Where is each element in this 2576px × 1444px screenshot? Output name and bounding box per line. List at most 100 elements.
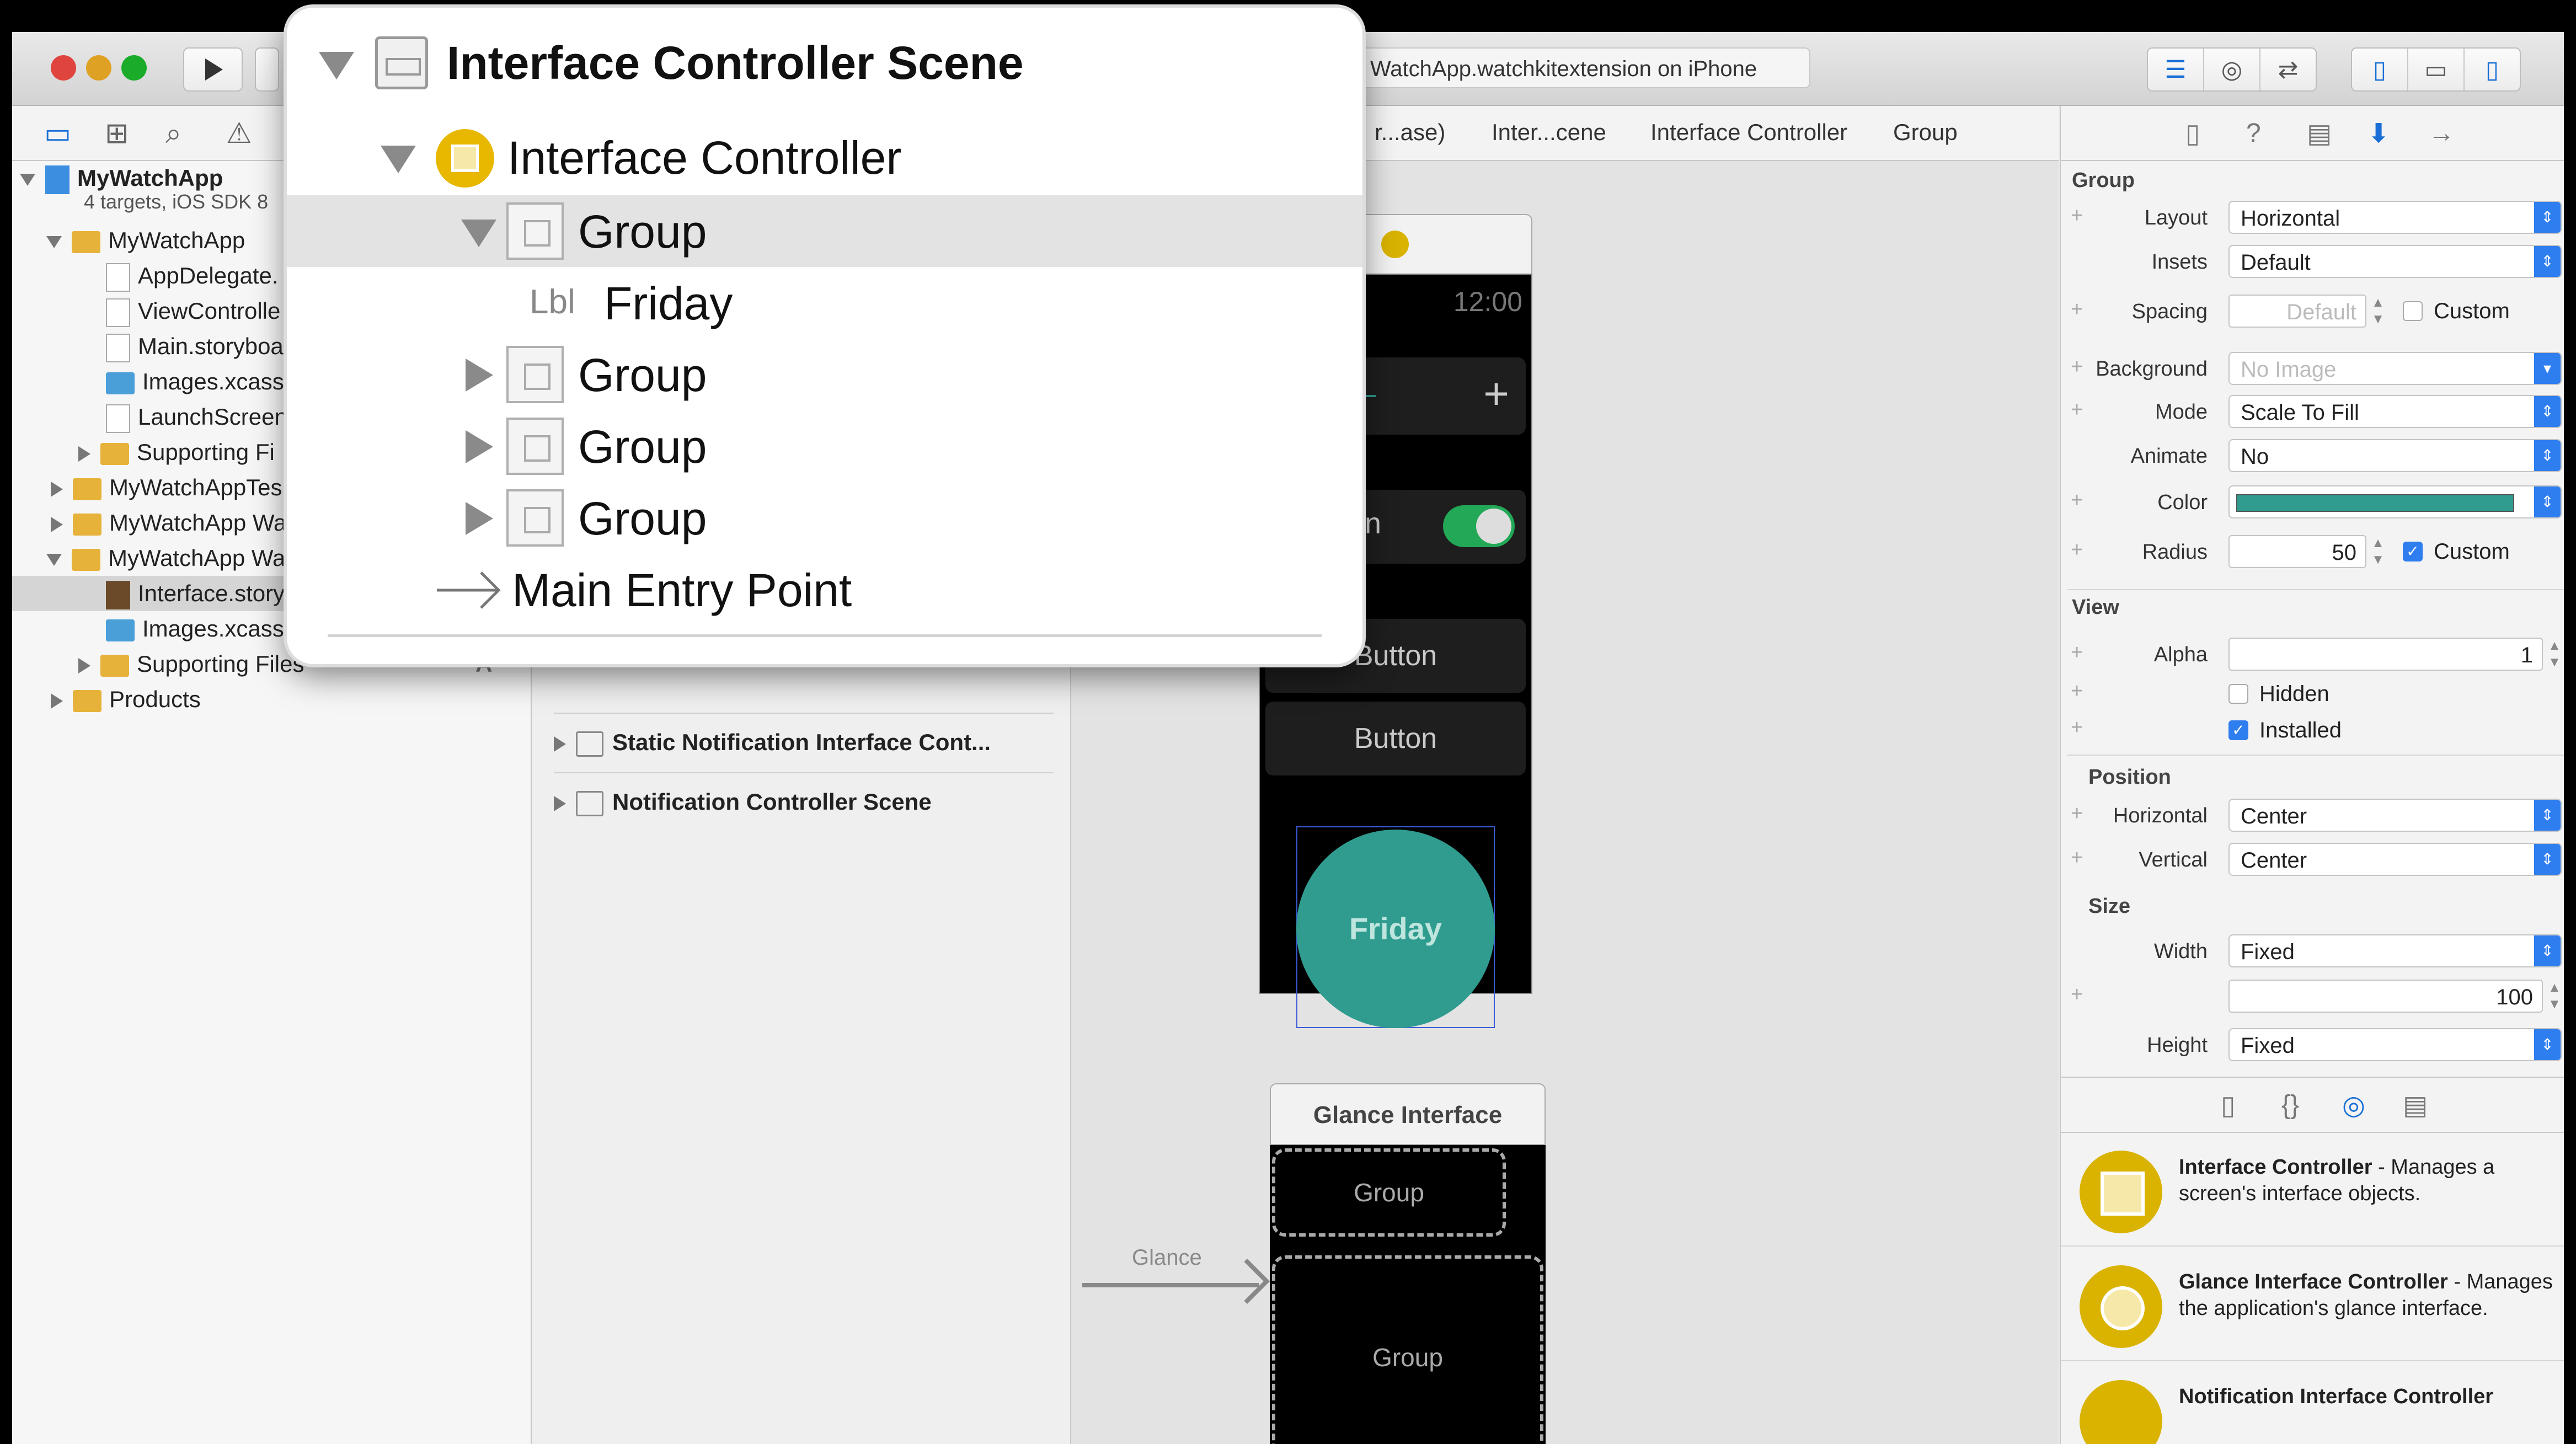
group-item[interactable]: MyWatchApp Wa: [51, 505, 286, 541]
file-item[interactable]: LaunchScreen: [106, 399, 287, 435]
disclosure-triangle-icon[interactable]: [554, 795, 566, 811]
group-item[interactable]: Products: [51, 682, 201, 717]
file-item[interactable]: Images.xcasse: [106, 611, 297, 646]
assistant-editor-icon[interactable]: ◎: [2204, 49, 2260, 90]
group-item[interactable]: MyWatchApp: [46, 223, 245, 258]
jumpbar-crumb[interactable]: r...ase): [1375, 119, 1445, 146]
attributes-inspector-icon[interactable]: ⬇: [2367, 118, 2390, 149]
disclosure-triangle-icon[interactable]: [319, 52, 354, 79]
disclosure-triangle-icon[interactable]: [51, 693, 63, 709]
entry-point-row[interactable]: Main Entry Point: [287, 554, 1362, 625]
controller-row[interactable]: Interface Controller: [287, 122, 1362, 194]
file-template-library-icon[interactable]: ▯: [2221, 1090, 2235, 1121]
glance-upper-group[interactable]: Group: [1272, 1148, 1506, 1237]
identity-inspector-icon[interactable]: ▤: [2307, 118, 2332, 149]
disclosure-triangle-icon[interactable]: [46, 236, 62, 248]
variation-plus-icon[interactable]: +: [2071, 680, 2083, 703]
issue-navigator-icon[interactable]: ⚠: [226, 117, 252, 150]
disclosure-triangle-icon[interactable]: [20, 174, 35, 186]
disclosure-triangle-icon[interactable]: [78, 446, 90, 462]
code-snippet-library-icon[interactable]: {}: [2281, 1090, 2299, 1120]
group-item[interactable]: Supporting Fi: [78, 435, 275, 470]
disclosure-triangle-icon[interactable]: [46, 553, 62, 566]
glance-lower-group[interactable]: Group: [1272, 1255, 1543, 1444]
insets-popup[interactable]: Default ⇕: [2228, 245, 2562, 278]
alpha-stepper[interactable]: ▲ ▼: [2546, 638, 2563, 671]
spacing-custom-checkbox[interactable]: [2403, 301, 2423, 321]
group-row-selected[interactable]: Group: [287, 195, 1362, 267]
variation-plus-icon[interactable]: +: [2071, 983, 2083, 1007]
symbol-navigator-icon[interactable]: ⊞: [105, 117, 129, 150]
hidden-checkbox[interactable]: [2228, 684, 2248, 704]
file-item[interactable]: Images.xcass: [106, 364, 284, 399]
installed-checkbox[interactable]: ✓: [2228, 720, 2248, 740]
library-item[interactable]: Interface Controller - Manages a screen'…: [2061, 1132, 2564, 1247]
group-row[interactable]: Group: [287, 410, 1362, 482]
animate-popup[interactable]: No ⇕: [2228, 439, 2562, 472]
media-library-icon[interactable]: ▤: [2403, 1090, 2428, 1121]
group-row[interactable]: Group: [287, 339, 1362, 410]
jumpbar-crumb[interactable]: Interface Controller: [1650, 119, 1847, 146]
disclosure-triangle-icon[interactable]: [466, 502, 493, 535]
radius-field[interactable]: 50: [2228, 535, 2366, 568]
scene-row[interactable]: Interface Controller Scene: [287, 8, 1362, 89]
disclosure-triangle-icon[interactable]: [554, 736, 566, 752]
disclosure-triangle-icon[interactable]: [51, 516, 63, 532]
label-row[interactable]: Lbl Friday: [287, 267, 1362, 339]
selected-group-circle[interactable]: Friday: [1296, 830, 1495, 1028]
close-window-button[interactable]: [51, 55, 76, 81]
disclosure-triangle-icon[interactable]: [381, 146, 416, 173]
file-inspector-icon[interactable]: ▯: [2185, 118, 2200, 149]
watch-button[interactable]: Button: [1265, 702, 1526, 776]
standard-editor-icon[interactable]: ☰: [2148, 49, 2204, 90]
connections-inspector-icon[interactable]: →: [2428, 118, 2455, 148]
spacing-field[interactable]: Default: [2228, 295, 2366, 328]
jumpbar-crumb[interactable]: Inter...cene: [1492, 119, 1606, 146]
project-navigator-icon[interactable]: ▭: [44, 117, 71, 150]
plus-icon[interactable]: +: [1483, 368, 1509, 419]
outline-scene-row[interactable]: Static Notification Interface Cont...: [554, 715, 991, 770]
disclosure-triangle-icon[interactable]: [466, 430, 493, 463]
vertical-popup[interactable]: Center ⇕: [2228, 843, 2562, 876]
width-field[interactable]: 100: [2228, 980, 2543, 1013]
disclosure-triangle-icon[interactable]: [461, 220, 496, 247]
horizontal-popup[interactable]: Center ⇕: [2228, 799, 2562, 832]
stop-button[interactable]: [255, 47, 279, 92]
spacing-stepper[interactable]: ▲ ▼: [2370, 295, 2386, 328]
height-popup[interactable]: Fixed ⇕: [2228, 1028, 2562, 1061]
width-popup[interactable]: Fixed ⇕: [2228, 934, 2562, 967]
navigator-toggle-icon[interactable]: ▯: [2352, 49, 2408, 90]
file-item[interactable]: AppDelegate.: [106, 258, 279, 293]
outline-scene-row[interactable]: Notification Controller Scene: [554, 774, 932, 830]
alpha-field[interactable]: 1: [2228, 638, 2543, 671]
radius-stepper[interactable]: ▲ ▼: [2370, 535, 2386, 568]
group-row[interactable]: Group: [287, 482, 1362, 554]
file-item[interactable]: Main.storyboa: [106, 329, 284, 364]
background-combo[interactable]: No Image ▾: [2228, 352, 2562, 385]
file-item[interactable]: ViewControlle: [106, 293, 280, 329]
quick-help-icon[interactable]: ?: [2246, 118, 2261, 148]
library-item[interactable]: Notification Interface Controller: [2061, 1361, 2564, 1444]
minimize-window-button[interactable]: [86, 55, 111, 81]
run-button[interactable]: [183, 47, 243, 92]
utilities-toggle-icon[interactable]: ▯: [2465, 49, 2520, 90]
find-navigator-icon[interactable]: ⌕: [165, 117, 181, 151]
debug-area-toggle-icon[interactable]: ▭: [2408, 49, 2465, 90]
jumpbar-crumb[interactable]: Group: [1893, 119, 1958, 146]
disclosure-triangle-icon[interactable]: [466, 359, 493, 392]
object-library-icon[interactable]: ◎: [2342, 1090, 2365, 1121]
disclosure-triangle-icon[interactable]: [51, 481, 63, 497]
toggle-switch[interactable]: [1443, 505, 1515, 547]
mode-popup[interactable]: Scale To Fill ⇕: [2228, 395, 2562, 428]
group-item[interactable]: Supporting Files: [78, 646, 304, 682]
glance-interface-preview[interactable]: Glance Interface Group Group: [1270, 1083, 1546, 1444]
group-item[interactable]: MyWatchApp Wa: [46, 541, 285, 576]
layout-popup[interactable]: Horizontal ⇕: [2228, 201, 2562, 234]
version-editor-icon[interactable]: ⇄: [2260, 49, 2316, 90]
group-item[interactable]: MyWatchAppTes: [51, 470, 282, 505]
radius-custom-checkbox[interactable]: ✓: [2403, 542, 2423, 561]
color-well[interactable]: ⇕: [2228, 485, 2562, 518]
width-stepper[interactable]: ▲ ▼: [2546, 980, 2563, 1013]
disclosure-triangle-icon[interactable]: [78, 657, 90, 673]
zoom-window-button[interactable]: [121, 55, 147, 81]
